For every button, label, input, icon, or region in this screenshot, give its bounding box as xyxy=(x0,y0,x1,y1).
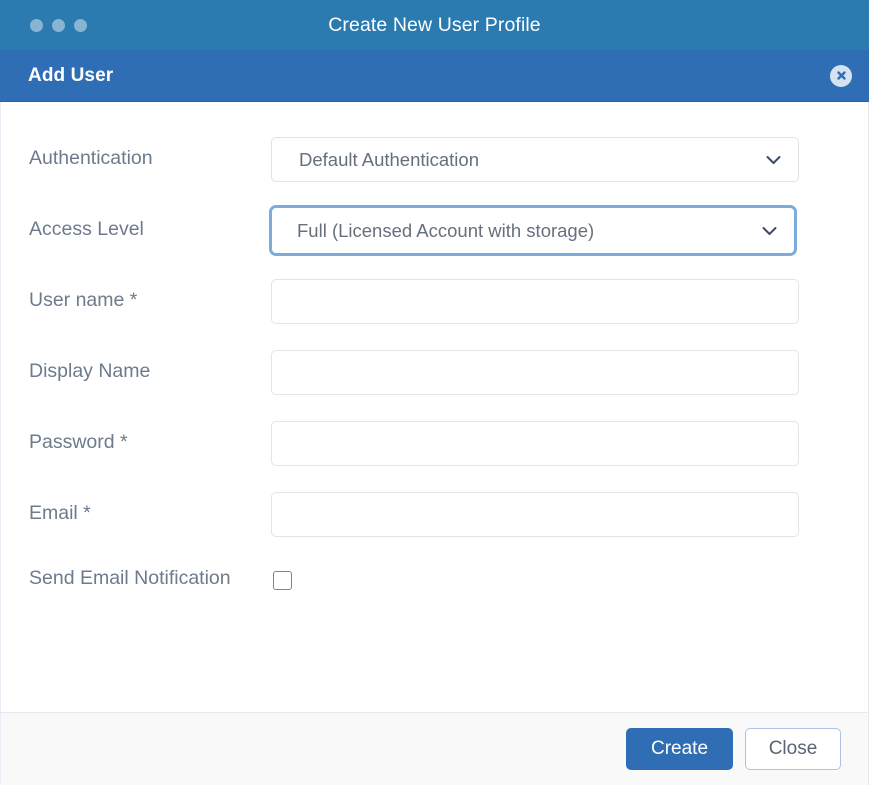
field-row-send-email-notification: Send Email Notification xyxy=(1,554,868,625)
chevron-down-icon xyxy=(766,155,781,165)
label-user-name: User name * xyxy=(29,289,138,311)
control-display-name xyxy=(271,341,840,395)
chevron-down-icon xyxy=(762,226,777,236)
email-input[interactable] xyxy=(271,492,799,537)
field-row-display-name: Display Name xyxy=(1,341,868,412)
field-row-authentication: Authentication Default Authentication xyxy=(1,128,868,199)
field-row-access-level: Access Level Full (Licensed Account with… xyxy=(1,199,868,270)
window-control-dot-3[interactable] xyxy=(74,18,87,32)
dialog-footer: Create Close xyxy=(0,712,869,785)
field-row-email: Email * xyxy=(1,483,868,554)
access-level-select[interactable]: Full (Licensed Account with storage) xyxy=(269,205,797,256)
label-password: Password * xyxy=(29,431,128,453)
authentication-select-value: Default Authentication xyxy=(299,148,479,170)
control-access-level: Full (Licensed Account with storage) xyxy=(269,199,840,256)
create-button[interactable]: Create xyxy=(626,728,733,770)
window-control-dot-2[interactable] xyxy=(52,18,65,32)
control-user-name xyxy=(271,270,840,324)
field-row-password: Password * xyxy=(1,412,868,483)
authentication-select[interactable]: Default Authentication xyxy=(271,137,799,182)
label-send-email-notification: Send Email Notification xyxy=(29,567,231,589)
label-display-name: Display Name xyxy=(29,360,151,382)
app-window: Create New User Profile Add User Authent… xyxy=(0,0,869,785)
window-controls[interactable] xyxy=(30,0,87,50)
label-authentication: Authentication xyxy=(29,147,153,169)
password-input[interactable] xyxy=(271,421,799,466)
control-authentication: Default Authentication xyxy=(271,128,840,182)
label-access-level: Access Level xyxy=(29,218,144,240)
access-level-select-value: Full (Licensed Account with storage) xyxy=(297,219,595,241)
control-email xyxy=(271,483,840,537)
field-row-user-name: User name * xyxy=(1,270,868,341)
control-send-email-notification xyxy=(271,554,840,590)
close-icon[interactable] xyxy=(830,64,852,87)
send-email-notification-checkbox[interactable] xyxy=(273,571,292,590)
dialog-header: Add User xyxy=(0,50,869,102)
control-password xyxy=(271,412,840,466)
dialog-body: Authentication Default Authentication Ac… xyxy=(0,102,869,712)
window-title: Create New User Profile xyxy=(328,13,541,36)
dialog-title: Add User xyxy=(28,64,114,86)
window-control-dot-1[interactable] xyxy=(30,18,43,32)
window-titlebar: Create New User Profile xyxy=(0,0,869,50)
close-button[interactable]: Close xyxy=(745,728,841,770)
label-email: Email * xyxy=(29,502,91,524)
display-name-input[interactable] xyxy=(271,350,799,395)
user-name-input[interactable] xyxy=(271,279,799,324)
